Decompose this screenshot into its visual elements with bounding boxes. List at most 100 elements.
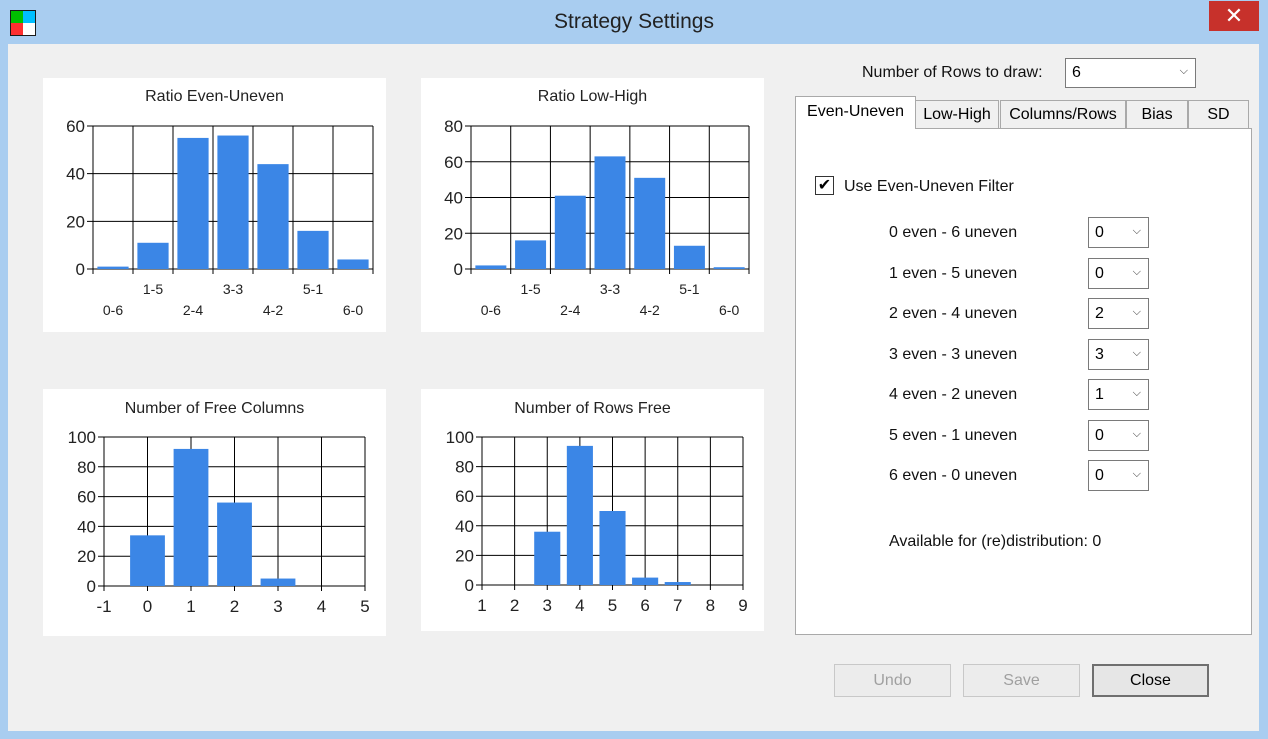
bar: [260, 578, 296, 586]
bar: [173, 448, 209, 586]
x-tick-label: 5: [360, 597, 369, 616]
chevron-down-icon: ⌵: [1132, 265, 1141, 278]
y-tick-label: 60: [455, 487, 474, 506]
y-tick-label: 0: [76, 260, 85, 279]
filter-row-select[interactable]: 1 ⌵: [1088, 379, 1149, 410]
filter-row-value: 0: [1095, 223, 1104, 241]
bar: [713, 267, 745, 269]
y-tick-label: 20: [66, 212, 85, 231]
filter-row-label: 6 even - 0 uneven: [889, 467, 1018, 484]
filter-row-select[interactable]: 0 ⌵: [1088, 217, 1149, 248]
rows-to-draw-label: Number of Rows to draw:: [862, 64, 1043, 81]
filter-row-select[interactable]: 0 ⌵: [1088, 420, 1149, 451]
chart-rows-free: Number of Rows Free 0 20 40 60 80 100 1 2 3 4 5 6 7 8 9: [421, 389, 764, 631]
x-tick-label: 5-1: [679, 281, 699, 297]
chevron-down-icon: ⌵: [1132, 467, 1141, 480]
filter-row-value: 0: [1095, 466, 1104, 484]
bar: [632, 577, 659, 585]
even-uneven-filter-checkbox[interactable]: ✔: [815, 176, 834, 195]
window-close-button[interactable]: ✕: [1209, 1, 1259, 31]
y-tick-label: 80: [455, 458, 474, 477]
even-uneven-panel: [795, 128, 1252, 635]
x-tick-label: 4: [317, 597, 326, 616]
bar: [177, 137, 209, 269]
x-tick-label: 0-6: [481, 302, 501, 318]
chart-title: Number of Free Columns: [125, 400, 305, 417]
y-tick-label: 60: [77, 488, 96, 507]
bar: [137, 242, 169, 269]
filter-row-select[interactable]: 2 ⌵: [1088, 298, 1149, 329]
chart-title: Number of Rows Free: [514, 400, 671, 417]
bar: [634, 177, 666, 269]
even-uneven-filter-label: Use Even-Uneven Filter: [844, 178, 1014, 195]
chart-ratio-low-high: Ratio Low-High 0 20 40 60 80 0-6 1-5 2-4 3-3 4-2 5-…: [421, 78, 764, 332]
bar: [217, 502, 252, 586]
y-tick-label: 80: [444, 117, 463, 136]
available-distribution-label: Available for (re)distribution: 0: [889, 533, 1102, 550]
x-tick-label: 9: [738, 596, 747, 615]
y-tick-label: 0: [87, 577, 96, 596]
x-tick-label: 2: [230, 597, 239, 616]
chart-ratio-even-uneven: Ratio Even-Uneven 0 20 40 60 0-6 1-5 2-4 3-3 4-2 5…: [43, 78, 386, 332]
chevron-down-icon: ⌵: [1132, 305, 1141, 318]
x-tick-label: 1-5: [520, 281, 540, 297]
x-tick-label: 7: [673, 596, 682, 615]
bar: [217, 135, 249, 269]
x-tick-label: 3: [543, 596, 552, 615]
tab-even-uneven[interactable]: Even-Uneven: [795, 96, 916, 129]
filter-row-value: 0: [1095, 426, 1104, 444]
bar: [673, 245, 705, 269]
close-button[interactable]: Close: [1092, 664, 1209, 697]
y-tick-label: 0: [465, 576, 474, 595]
x-tick-label: 4-2: [263, 302, 283, 318]
y-tick-label: 0: [454, 260, 463, 279]
window-title: Strategy Settings: [554, 10, 714, 33]
tab-sd[interactable]: SD: [1188, 100, 1249, 128]
x-tick-label: 0: [143, 597, 152, 616]
filter-row-select[interactable]: 3 ⌵: [1088, 339, 1149, 370]
x-tick-label: 8: [706, 596, 715, 615]
x-tick-label: 1: [477, 596, 486, 615]
y-tick-label: 60: [444, 153, 463, 172]
filter-row-value: 1: [1095, 385, 1104, 403]
filter-row-label: 1 even - 5 uneven: [889, 265, 1018, 282]
chevron-down-icon: ⌵: [1132, 427, 1141, 440]
title-bar: Strategy Settings ✕: [0, 0, 1268, 44]
chevron-down-icon: ⌵: [1132, 224, 1141, 237]
y-tick-label: 40: [66, 165, 85, 184]
x-tick-label: 1: [186, 597, 195, 616]
bar: [566, 445, 593, 585]
x-tick-label: 3: [273, 597, 282, 616]
x-tick-label: 0-6: [103, 302, 123, 318]
filter-row-label: 3 even - 3 uneven: [889, 346, 1018, 363]
x-tick-label: 5-1: [303, 281, 323, 297]
chevron-down-icon: ⌵: [1132, 386, 1141, 399]
filter-row-select[interactable]: 0 ⌵: [1088, 460, 1149, 491]
rows-to-draw-select[interactable]: 6 ⌵: [1065, 58, 1196, 88]
x-tick-label: 3-3: [600, 281, 620, 297]
bar: [257, 164, 289, 269]
filter-row-value: 2: [1095, 304, 1104, 322]
x-tick-label: 5: [608, 596, 617, 615]
filter-row-value: 3: [1095, 345, 1104, 363]
strategy-settings-window: Strategy Settings ✕ Ratio Even-Uneven 0 20…: [0, 0, 1268, 739]
chevron-down-icon: ⌵: [1179, 65, 1188, 78]
tab-bias[interactable]: Bias: [1126, 100, 1188, 128]
save-button[interactable]: Save: [963, 664, 1080, 697]
x-tick-label: -1: [96, 597, 111, 616]
bar: [599, 511, 626, 585]
tab-columns-rows[interactable]: Columns/Rows: [1000, 100, 1126, 128]
x-tick-label: 6-0: [719, 302, 739, 318]
x-tick-label: 2-4: [183, 302, 203, 318]
tab-low-high[interactable]: Low-High: [915, 100, 999, 128]
rows-to-draw-value: 6: [1072, 64, 1081, 81]
x-tick-label: 3-3: [223, 281, 243, 297]
undo-button[interactable]: Undo: [834, 664, 951, 697]
y-tick-label: 100: [68, 428, 96, 447]
chart-free-columns: Number of Free Columns 0 20 40 60 80 100 -1 0 1 2 3…: [43, 389, 386, 636]
bar: [594, 156, 626, 269]
filter-row-select[interactable]: 0 ⌵: [1088, 258, 1149, 289]
filter-row-value: 0: [1095, 264, 1104, 282]
bar: [297, 230, 329, 269]
chart-title: Ratio Even-Uneven: [145, 88, 284, 105]
